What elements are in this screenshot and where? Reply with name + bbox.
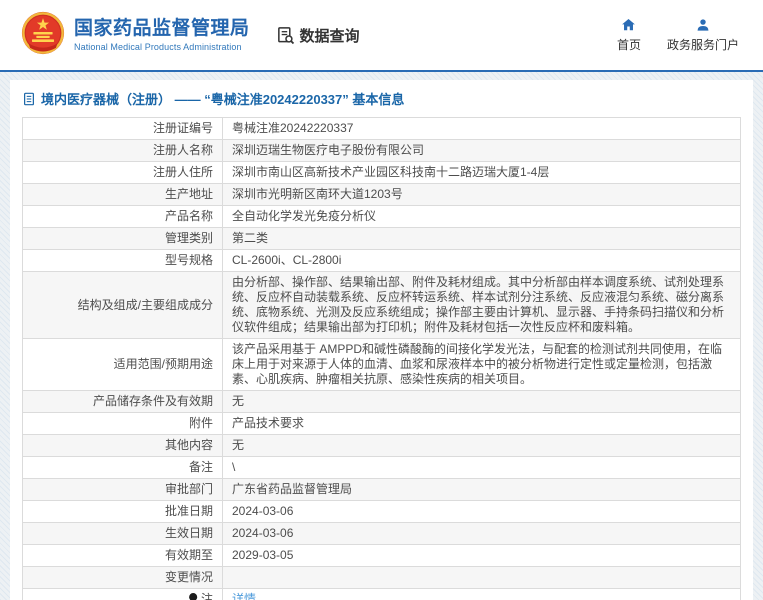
agency-name-en: National Medical Products Administration — [74, 42, 250, 52]
agency-logo-link[interactable]: 国家药品监督管理局 National Medical Products Admi… — [20, 10, 250, 61]
row-label: 注 — [23, 589, 223, 600]
table-row: 产品储存条件及有效期无 — [23, 391, 741, 413]
row-label: 管理类别 — [23, 228, 223, 250]
row-label: 审批部门 — [23, 479, 223, 501]
table-row: 有效期至2029-03-05 — [23, 545, 741, 567]
agency-name-zh: 国家药品监督管理局 — [74, 18, 250, 40]
row-value: CL-2600i、CL-2800i — [223, 250, 741, 272]
row-label: 生效日期 — [23, 523, 223, 545]
row-value: 产品技术要求 — [223, 413, 741, 435]
page-title: 境内医疗器械（注册） —— “粤械注准20242220337” 基本信息 — [41, 89, 404, 108]
row-value: 第二类 — [223, 228, 741, 250]
row-label: 有效期至 — [23, 545, 223, 567]
table-row: 注册人住所深圳市南山区高新技术产业园区科技南十二路迈瑞大厦1-4层 — [23, 162, 741, 184]
row-value: 无 — [223, 435, 741, 457]
row-label: 备注 — [23, 457, 223, 479]
row-value: 广东省药品监督管理局 — [223, 479, 741, 501]
site-header: 国家药品监督管理局 National Medical Products Admi… — [0, 0, 763, 72]
table-row: 注册证编号粤械注准20242220337 — [23, 118, 741, 140]
row-label: 其他内容 — [23, 435, 223, 457]
national-emblem-icon — [20, 10, 66, 61]
row-label: 产品名称 — [23, 206, 223, 228]
agency-name: 国家药品监督管理局 National Medical Products Admi… — [74, 18, 250, 52]
document-search-icon — [276, 26, 295, 45]
row-value: 深圳迈瑞生物医疗电子股份有限公司 — [223, 140, 741, 162]
row-label: 变更情况 — [23, 567, 223, 589]
table-row: 审批部门广东省药品监督管理局 — [23, 479, 741, 501]
row-value: 2024-03-06 — [223, 523, 741, 545]
table-row: 附件产品技术要求 — [23, 413, 741, 435]
table-row: 结构及组成/主要组成成分由分析部、操作部、结果输出部、附件及耗材组成。其中分析部… — [23, 272, 741, 339]
row-label: 注册证编号 — [23, 118, 223, 140]
row-label: 型号规格 — [23, 250, 223, 272]
row-value — [223, 567, 741, 589]
home-icon — [620, 17, 637, 33]
row-label: 适用范围/预期用途 — [23, 339, 223, 391]
nav-item-portal[interactable]: 政务服务门户 — [667, 17, 739, 53]
row-value: 2029-03-05 — [223, 545, 741, 567]
table-row: 生产地址深圳市光明新区南环大道1203号 — [23, 184, 741, 206]
row-value: 详情 — [223, 589, 741, 600]
table-row: 型号规格CL-2600i、CL-2800i — [23, 250, 741, 272]
document-icon — [22, 92, 36, 106]
table-row: 备注\ — [23, 457, 741, 479]
table-row: 管理类别第二类 — [23, 228, 741, 250]
detail-link[interactable]: 详情 — [232, 592, 256, 600]
row-value: 全自动化学发光免疫分析仪 — [223, 206, 741, 228]
user-icon — [695, 17, 711, 33]
data-query-button[interactable]: 数据查询 — [276, 25, 360, 46]
row-label: 结构及组成/主要组成成分 — [23, 272, 223, 339]
row-value: 无 — [223, 391, 741, 413]
table-row: 产品名称全自动化学发光免疫分析仪 — [23, 206, 741, 228]
row-label: 附件 — [23, 413, 223, 435]
row-value: 深圳市南山区高新技术产业园区科技南十二路迈瑞大厦1-4层 — [223, 162, 741, 184]
row-label: 注册人住所 — [23, 162, 223, 184]
row-label: 生产地址 — [23, 184, 223, 206]
row-value: \ — [223, 457, 741, 479]
table-row: 注册人名称深圳迈瑞生物医疗电子股份有限公司 — [23, 140, 741, 162]
table-row: 生效日期2024-03-06 — [23, 523, 741, 545]
nav-item-label: 首页 — [617, 36, 641, 53]
nav-item-home[interactable]: 首页 — [617, 17, 641, 53]
row-value: 2024-03-06 — [223, 501, 741, 523]
breadcrumb: 境内医疗器械（注册） —— “粤械注准20242220337” 基本信息 — [10, 80, 753, 116]
row-value: 由分析部、操作部、结果输出部、附件及耗材组成。其中分析部由样本调度系统、试剂处理… — [223, 272, 741, 339]
row-value: 粤械注准20242220337 — [223, 118, 741, 140]
info-table-body: 注册证编号粤械注准20242220337注册人名称深圳迈瑞生物医疗电子股份有限公… — [23, 118, 741, 600]
table-row: 变更情况 — [23, 567, 741, 589]
row-value: 深圳市光明新区南环大道1203号 — [223, 184, 741, 206]
content-box: 境内医疗器械（注册） —— “粤械注准20242220337” 基本信息 注册证… — [10, 80, 753, 600]
row-label: 批准日期 — [23, 501, 223, 523]
table-row: 批准日期2024-03-06 — [23, 501, 741, 523]
nav-item-label: 政务服务门户 — [667, 36, 739, 53]
row-label: 产品储存条件及有效期 — [23, 391, 223, 413]
table-row: 适用范围/预期用途该产品采用基于 AMPPD和碱性磷酸酶的间接化学发光法，与配套… — [23, 339, 741, 391]
data-query-label: 数据查询 — [300, 25, 360, 46]
row-label: 注册人名称 — [23, 140, 223, 162]
row-value: 该产品采用基于 AMPPD和碱性磷酸酶的间接化学发光法，与配套的检测试剂共同使用… — [223, 339, 741, 391]
table-row: 注 详情 — [23, 589, 741, 600]
note-icon — [187, 592, 199, 600]
header-nav: 首页 政务服务门户 — [617, 17, 743, 53]
registration-info-table: 注册证编号粤械注准20242220337注册人名称深圳迈瑞生物医疗电子股份有限公… — [22, 117, 741, 600]
page: 国家药品监督管理局 National Medical Products Admi… — [0, 0, 763, 600]
table-row: 其他内容无 — [23, 435, 741, 457]
